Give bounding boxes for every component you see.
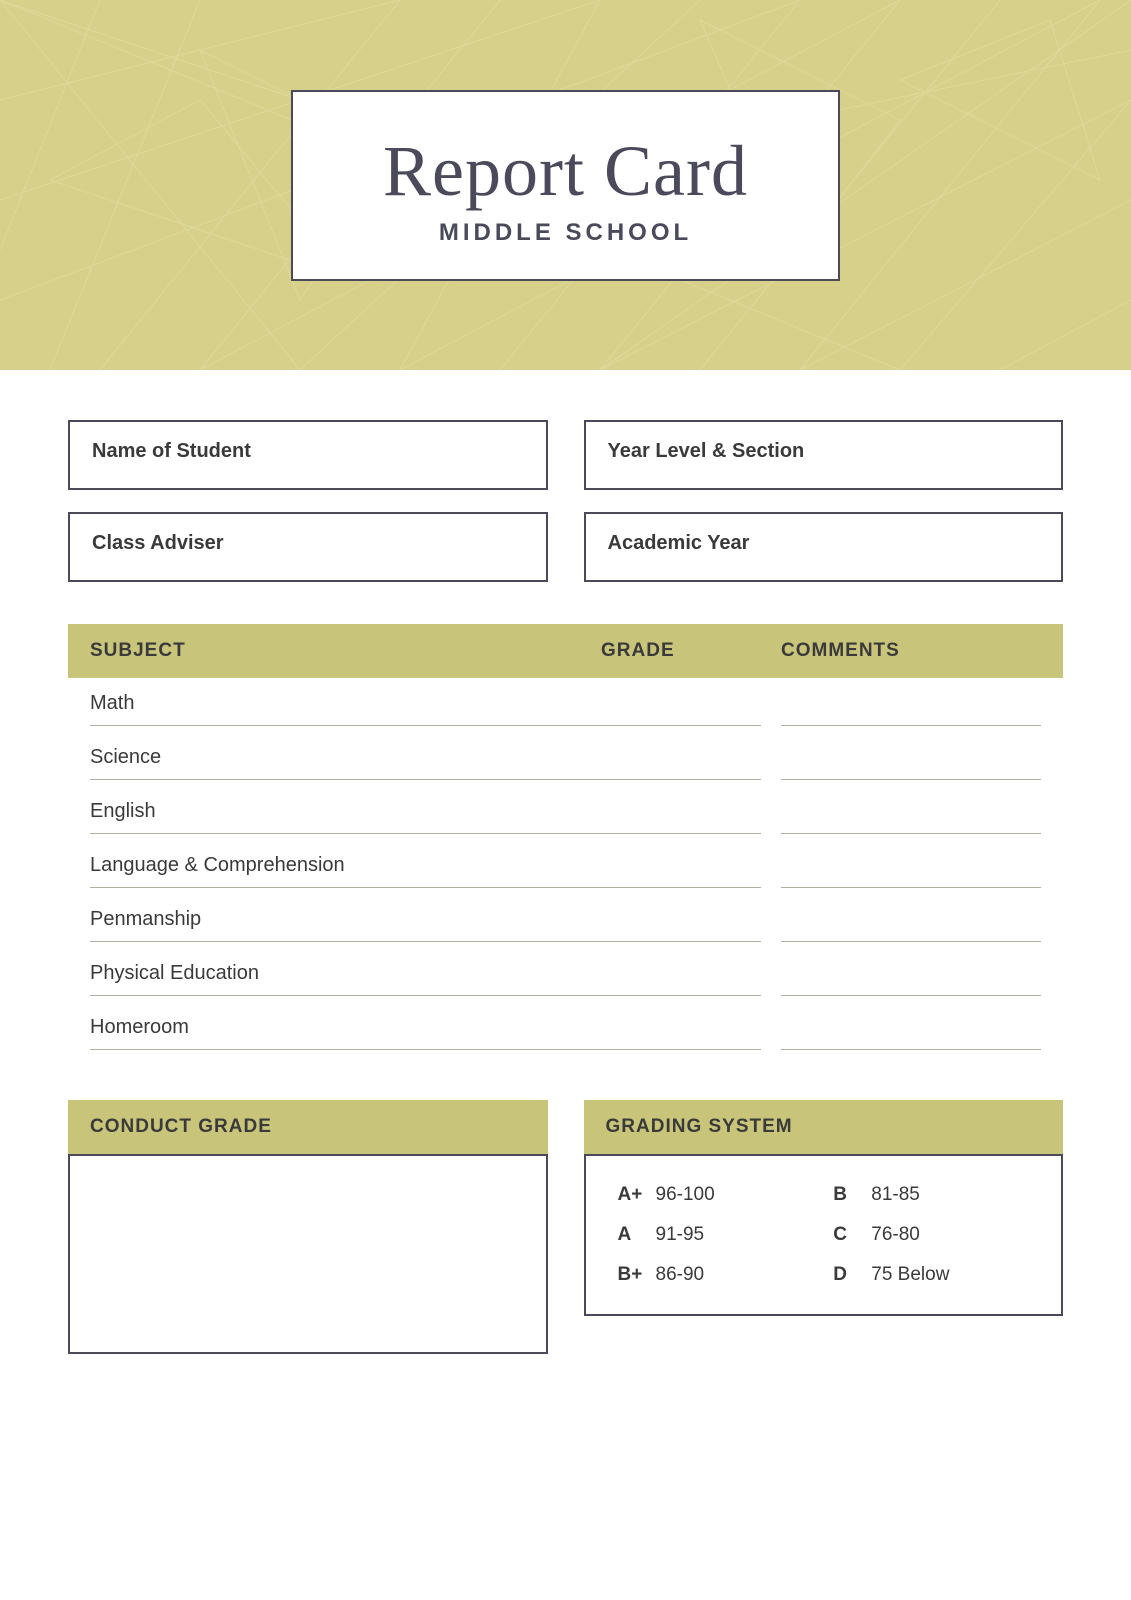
conduct-grade-section: CONDUCT GRADE <box>68 1100 548 1354</box>
bottom-section: CONDUCT GRADE GRADING SYSTEM A+ 96-100 A 91… <box>68 1100 1063 1354</box>
grade-field[interactable] <box>601 1016 761 1050</box>
comment-field[interactable] <box>781 1016 1041 1050</box>
academic-year-field[interactable]: Academic Year <box>584 512 1064 582</box>
grade-field[interactable] <box>601 800 761 834</box>
grade-letter: B <box>833 1184 861 1206</box>
table-row: Science <box>68 732 1063 786</box>
grading-row: A+ 96-100 <box>618 1184 814 1206</box>
grade-range: 96-100 <box>656 1184 715 1206</box>
subject-name: Math <box>90 692 601 726</box>
grading-row: B 81-85 <box>833 1184 1029 1206</box>
grade-range: 76-80 <box>871 1224 920 1246</box>
subjects-list: Math Science English Language & Comprehe… <box>68 678 1063 1056</box>
grading-right-col: B 81-85 C 76-80 D 75 Below <box>833 1184 1029 1286</box>
grade-field[interactable] <box>601 854 761 888</box>
comment-field[interactable] <box>781 692 1041 726</box>
subject-column-header: SUBJECT <box>90 640 601 662</box>
grading-row: B+ 86-90 <box>618 1264 814 1286</box>
grade-field[interactable] <box>601 746 761 780</box>
grading-system-header: GRADING SYSTEM <box>584 1100 1064 1154</box>
report-card-header: Report Card MIDDLE SCHOOL <box>0 0 1131 370</box>
grade-column-header: GRADE <box>601 640 781 662</box>
grade-letter: C <box>833 1224 861 1246</box>
table-header: SUBJECT GRADE COMMENTS <box>68 624 1063 678</box>
grade-field[interactable] <box>601 908 761 942</box>
comments-column-header: COMMENTS <box>781 640 1041 662</box>
table-row: Math <box>68 678 1063 732</box>
subject-name: Science <box>90 746 601 780</box>
grade-range: 75 Below <box>871 1264 949 1286</box>
table-row: English <box>68 786 1063 840</box>
grade-range: 86-90 <box>656 1264 705 1286</box>
grading-row: A 91-95 <box>618 1224 814 1246</box>
grading-row: D 75 Below <box>833 1264 1029 1286</box>
comment-field[interactable] <box>781 908 1041 942</box>
grade-letter: A+ <box>618 1184 646 1206</box>
grade-letter: B+ <box>618 1264 646 1286</box>
comment-field[interactable] <box>781 746 1041 780</box>
comment-field[interactable] <box>781 854 1041 888</box>
grade-letter: A <box>618 1224 646 1246</box>
table-row: Physical Education <box>68 948 1063 1002</box>
student-name-field[interactable]: Name of Student <box>68 420 548 490</box>
subject-name: English <box>90 800 601 834</box>
info-grid: Name of Student Year Level & Section Cla… <box>68 420 1063 582</box>
grading-grid: A+ 96-100 A 91-95 B+ 86-90 B 81-85 C 76-80 D 75 Bel… <box>618 1184 1030 1286</box>
grade-letter: D <box>833 1264 861 1286</box>
conduct-grade-box[interactable] <box>68 1154 548 1354</box>
grading-system-section: GRADING SYSTEM A+ 96-100 A 91-95 B+ 86-90 B 81-… <box>584 1100 1064 1354</box>
grade-field[interactable] <box>601 692 761 726</box>
grading-row: C 76-80 <box>833 1224 1029 1246</box>
title-box: Report Card MIDDLE SCHOOL <box>291 90 840 281</box>
class-adviser-field[interactable]: Class Adviser <box>68 512 548 582</box>
table-row: Language & Comprehension <box>68 840 1063 894</box>
school-level: MIDDLE SCHOOL <box>383 219 748 247</box>
table-row: Penmanship <box>68 894 1063 948</box>
grading-system-box: A+ 96-100 A 91-95 B+ 86-90 B 81-85 C 76-80 D 75 Bel… <box>584 1154 1064 1316</box>
subject-name: Homeroom <box>90 1016 601 1050</box>
comment-field[interactable] <box>781 962 1041 996</box>
conduct-grade-header: CONDUCT GRADE <box>68 1100 548 1154</box>
subject-name: Language & Comprehension <box>90 854 601 888</box>
year-level-field[interactable]: Year Level & Section <box>584 420 1064 490</box>
grade-range: 91-95 <box>656 1224 705 1246</box>
table-row: Homeroom <box>68 1002 1063 1056</box>
main-content: Name of Student Year Level & Section Cla… <box>0 370 1131 1414</box>
subject-name: Penmanship <box>90 908 601 942</box>
report-card-title: Report Card <box>383 130 748 213</box>
grade-field[interactable] <box>601 962 761 996</box>
grading-left-col: A+ 96-100 A 91-95 B+ 86-90 <box>618 1184 814 1286</box>
grade-range: 81-85 <box>871 1184 920 1206</box>
comment-field[interactable] <box>781 800 1041 834</box>
subject-name: Physical Education <box>90 962 601 996</box>
